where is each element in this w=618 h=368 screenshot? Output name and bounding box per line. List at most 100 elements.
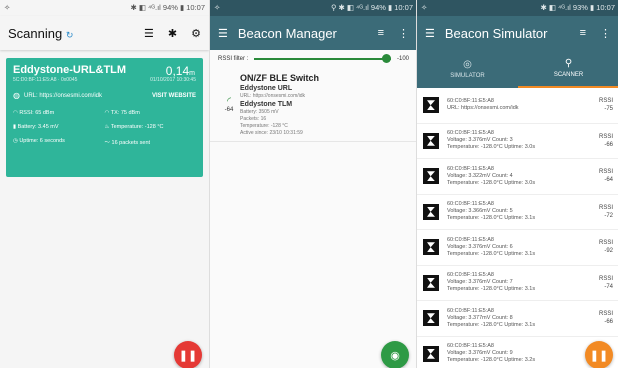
item-line3: Temperature: -128.0°C Uptime: 3.2s bbox=[447, 357, 536, 364]
item-mac: 60:C0:BF:11:E5:A8 bbox=[447, 343, 494, 350]
slider-handle[interactable] bbox=[381, 54, 391, 63]
pause-icon: ❚❚ bbox=[178, 349, 198, 362]
refresh-icon[interactable]: ↻ bbox=[66, 30, 74, 40]
more-icon[interactable]: ⋮ bbox=[600, 27, 611, 40]
item-mac: 60:C0:BF:11:E5:A8 bbox=[447, 272, 494, 279]
item-text: 60:C0:BF:11:E5:A8 Voltage: 3.376mV Count:… bbox=[447, 237, 593, 258]
radar-icon: ◉ bbox=[390, 349, 400, 362]
rssi-value: -74 bbox=[604, 283, 613, 290]
rssi-value: RSSI: 65 dBm bbox=[19, 110, 55, 116]
rssi-value: -72 bbox=[604, 212, 613, 219]
beacon-title: ON/ZF BLE Switch bbox=[240, 73, 320, 83]
beacon-simulator-panel: ✧ ✱ ◧ ⁴ᴳ.ıl 93% ▮ 10:07 ☰ Beacon Simulato… bbox=[416, 0, 618, 368]
sort-icon[interactable]: ☰ bbox=[144, 27, 154, 40]
beacon-url: URL: https://onsesmi.com/idk bbox=[23, 92, 103, 99]
beacon-mac: 5C:D0:BF:11:E5:A8 · 0x0045 bbox=[13, 77, 78, 83]
item-text: 60:C0:BF:11:E5:A8 Voltage: 3.376mV Count:… bbox=[447, 343, 593, 364]
list-item[interactable]: 60:C0:BF:11:E5:A8 URL: https://onsesmi.co… bbox=[417, 88, 618, 124]
item-rssi: RSSI -66 bbox=[598, 133, 613, 148]
item-mac: 60:C0:BF:11:E5:A8 bbox=[447, 165, 494, 172]
item-mac: 60:C0:BF:11:E5:A8 bbox=[447, 130, 494, 137]
item-mac: 60:C0:BF:11:E5:A8 bbox=[447, 98, 494, 105]
pause-icon: ❚❚ bbox=[589, 349, 609, 362]
item-line2: Voltage: 3.322mV Count: 4 bbox=[447, 172, 513, 179]
scanner-panel: ✧ ✱ ◧ ⁴ᴳ.ıl 94% ▮ 10:07 Scanning ↻ ☰ ✱ ⚙ … bbox=[0, 0, 209, 368]
rssi-value: -66 bbox=[604, 141, 613, 148]
status-right: ✱ ◧ ⁴ᴳ.ıl 94% ▮ 10:07 bbox=[130, 3, 205, 12]
beacon-url: URL: https://onsesmi.com/idk bbox=[240, 93, 306, 99]
eddystone-logo-icon bbox=[423, 203, 439, 220]
pause-button[interactable]: ❚❚ bbox=[585, 341, 613, 368]
pause-button[interactable]: ❚❚ bbox=[174, 341, 202, 368]
beacon-distance: 0,14m bbox=[166, 64, 195, 78]
rssi-slider[interactable] bbox=[254, 54, 391, 63]
menu-icon[interactable]: ☰ bbox=[218, 27, 228, 40]
packets-value: 16 packets sent bbox=[111, 140, 151, 146]
item-rssi: RSSI -64 bbox=[598, 169, 613, 184]
eddystone-logo-icon bbox=[423, 239, 439, 256]
gear-icon[interactable]: ⚙ bbox=[191, 27, 201, 40]
item-line3: Temperature: -128.0°C Uptime: 3.0s bbox=[447, 179, 536, 186]
temperature-value: Temperature: -128 °C bbox=[110, 124, 164, 130]
eddystone-logo-icon bbox=[423, 345, 439, 362]
rssi-filter: RSSI filter : -100 bbox=[210, 50, 417, 68]
globe-icon: ◍ bbox=[13, 91, 20, 100]
uptime-stat: ◷ Uptime: 6 seconds bbox=[13, 138, 105, 146]
item-line2: URL: https://onsesmi.com/idk bbox=[447, 105, 519, 112]
temperature-stat: ♨ Temperature: -128 °C bbox=[105, 124, 197, 130]
tx-value: TX: 75 dBm bbox=[110, 110, 140, 116]
item-line2: Voltage: 3.376mV Count: 7 bbox=[447, 279, 513, 286]
menu-icon[interactable]: ☰ bbox=[425, 27, 435, 40]
eddystone-logo-icon bbox=[423, 132, 439, 149]
status-right: ✱ ◧ ⁴ᴳ.ıl 93% ▮ 10:07 bbox=[540, 3, 615, 12]
bluetooth-icon[interactable]: ✱ bbox=[168, 27, 177, 40]
eddystone-logo-icon bbox=[423, 310, 439, 327]
tab-label: SCANNER bbox=[553, 72, 584, 78]
status-bar: ✧ ⚲ ✱ ◧ ⁴ᴳ.ıl 94% ▮ 10:07 bbox=[210, 0, 417, 16]
item-rssi: RSSI -72 bbox=[598, 204, 613, 219]
visit-website-button[interactable]: VISIT WEBSITE bbox=[152, 93, 196, 99]
rssi-value: -75 bbox=[604, 106, 613, 113]
tab-simulator[interactable]: ◎ SIMULATOR bbox=[417, 50, 518, 88]
broadcast-icon: ◎ bbox=[463, 59, 472, 70]
app-bar: ☰ Beacon Simulator ≡ ⋮ bbox=[417, 16, 618, 50]
status-right: ⚲ ✱ ◧ ⁴ᴳ.ıl 94% ▮ 10:07 bbox=[330, 3, 413, 12]
page-title: Beacon Manager bbox=[237, 25, 337, 41]
eddystone-url-label: Eddystone URL bbox=[240, 85, 293, 92]
list-item[interactable]: 60:C0:BF:11:E5:A8 Voltage: 3.376mV Count:… bbox=[417, 266, 618, 301]
eddystone-card[interactable]: Eddystone-URL&TLM 0,14m 5C:D0:BF:11:E5:A… bbox=[6, 58, 203, 177]
tab-scanner[interactable]: ⚲ SCANNER bbox=[518, 50, 618, 88]
title-text: Scanning bbox=[8, 25, 63, 41]
item-text: 60:C0:BF:11:E5:A8 URL: https://onsesmi.co… bbox=[447, 98, 593, 112]
beacon-details: ON/ZF BLE Switch Eddystone URL URL: http… bbox=[240, 72, 409, 137]
more-icon[interactable]: ⋮ bbox=[398, 27, 409, 40]
item-line2: Voltage: 3.376mV Count: 9 bbox=[447, 350, 513, 357]
page-title: Scanning ↻ bbox=[8, 26, 130, 41]
status-bar: ✧ ✱ ◧ ⁴ᴳ.ıl 94% ▮ 10:07 bbox=[0, 0, 209, 16]
tlm-battery: Battery: 3505 mV bbox=[240, 109, 279, 115]
list-item[interactable]: 60:C0:BF:11:E5:A8 Voltage: 3.376mV Count:… bbox=[417, 124, 618, 159]
list-item[interactable]: 60:C0:BF:11:E5:A8 Voltage: 3.322mV Count:… bbox=[417, 159, 618, 195]
tab-bar: ◎ SIMULATOR ⚲ SCANNER bbox=[417, 50, 618, 88]
beacon-item[interactable]: ◜ -64 ON/ZF BLE Switch Eddystone URL URL… bbox=[210, 68, 417, 142]
beacon-rssi: -64 bbox=[224, 107, 234, 113]
rssi-value: -64 bbox=[604, 177, 613, 184]
url-row: ◍ URL: https://onsesmi.com/idk VISIT WEB… bbox=[13, 91, 196, 100]
item-rssi: RSSI -66 bbox=[598, 311, 613, 326]
uptime-value: Uptime: 6 seconds bbox=[19, 138, 65, 144]
eddystone-logo-icon bbox=[423, 274, 439, 291]
filter-icon[interactable]: ≡ bbox=[378, 27, 384, 39]
list-item[interactable]: 60:C0:BF:11:E5:A8 Voltage: 3.376mV Count:… bbox=[417, 230, 618, 266]
packets-stat: 〜 16 packets sent bbox=[105, 138, 197, 146]
tlm-temperature: Temperature: -128 °C bbox=[240, 123, 288, 129]
scan-list: 60:C0:BF:11:E5:A8 URL: https://onsesmi.co… bbox=[417, 88, 618, 368]
filter-icon[interactable]: ≡ bbox=[580, 27, 586, 39]
item-line3: Temperature: -128.0°C Uptime: 3.1s bbox=[447, 250, 536, 257]
list-item[interactable]: 60:C0:BF:11:E5:A8 Voltage: 3.377mV Count:… bbox=[417, 301, 618, 337]
status-left: ✧ bbox=[4, 3, 11, 12]
item-rssi: RSSI -75 bbox=[598, 98, 613, 113]
list-item[interactable]: 60:C0:BF:11:E5:A8 Voltage: 3.366mV Count:… bbox=[417, 195, 618, 230]
scan-button[interactable]: ◉ bbox=[381, 341, 409, 368]
item-mac: 60:C0:BF:11:E5:A8 bbox=[447, 236, 494, 243]
filter-label: RSSI filter : bbox=[218, 56, 249, 62]
